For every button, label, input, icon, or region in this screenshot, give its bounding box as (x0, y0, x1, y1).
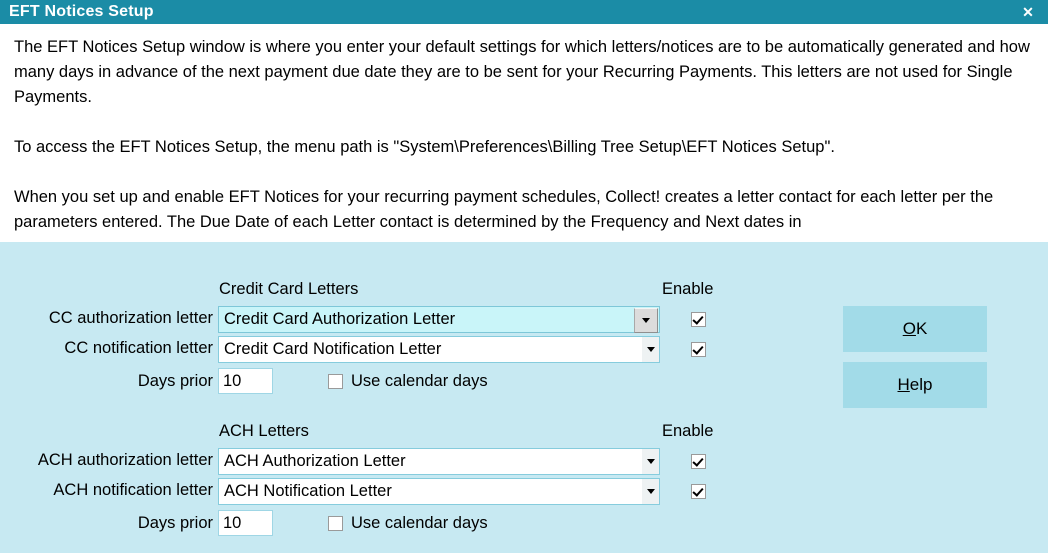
ok-button[interactable]: OK (843, 306, 987, 352)
ach-header-row: ACH Letters Enable (0, 422, 740, 448)
ach-authorization-enable-wrap (691, 453, 706, 471)
help-paragraph-1: The EFT Notices Setup window is where yo… (14, 38, 1030, 106)
cc-notification-letter-combobox[interactable]: Credit Card Notification Letter (218, 336, 660, 363)
ach-notification-value: ACH Notification Letter (224, 482, 392, 500)
ach-notification-letter-combobox[interactable]: ACH Notification Letter (218, 478, 660, 505)
cc-authorization-letter-combobox[interactable]: Credit Card Authorization Letter (218, 306, 660, 333)
cc-days-prior-input[interactable] (218, 368, 273, 394)
close-icon[interactable]: ✕ (1008, 0, 1048, 24)
ok-accel: O (902, 319, 916, 338)
ach-enable-header: Enable (662, 422, 714, 440)
cc-notification-label: CC notification letter (64, 339, 213, 357)
cc-notification-enable-checkbox[interactable] (691, 342, 706, 358)
ach-use-calendar-days-wrap: Use calendar days (328, 514, 488, 533)
window-title: EFT Notices Setup (9, 3, 154, 20)
credit-card-header-row: Credit Card Letters Enable (0, 280, 740, 306)
chevron-down-icon[interactable] (634, 308, 658, 333)
ach-notification-label: ACH notification letter (53, 481, 213, 499)
ach-authorization-value: ACH Authorization Letter (224, 452, 406, 470)
cc-authorization-enable-wrap (691, 311, 706, 329)
cc-authorization-enable-checkbox[interactable] (691, 312, 706, 328)
ok-rest: K (915, 319, 928, 338)
ach-notification-row: ACH notification letter ACH Notification… (0, 478, 740, 506)
chevron-down-icon[interactable] (642, 337, 659, 362)
ach-days-prior-row: Days prior Use calendar days (0, 510, 740, 540)
cc-authorization-value: Credit Card Authorization Letter (224, 310, 456, 328)
eft-notices-setup-window: EFT Notices Setup ✕ The EFT Notices Setu… (0, 0, 1048, 553)
cc-notification-enable-wrap (691, 341, 706, 359)
ach-use-calendar-days-label: Use calendar days (351, 514, 488, 532)
ach-authorization-label: ACH authorization letter (37, 451, 213, 469)
cc-authorization-row: CC authorization letter Credit Card Auth… (0, 306, 740, 334)
cc-use-calendar-days-label: Use calendar days (351, 372, 488, 390)
chevron-down-icon[interactable] (642, 449, 659, 474)
cc-days-prior-row: Days prior Use calendar days (0, 368, 740, 398)
cc-days-prior-label: Days prior (137, 372, 213, 390)
ach-authorization-enable-checkbox[interactable] (691, 454, 706, 470)
cc-authorization-label: CC authorization letter (48, 309, 213, 327)
help-paragraph-3: When you set up and enable EFT Notices f… (14, 188, 994, 231)
credit-card-section: Credit Card Letters Enable CC authorizat… (0, 280, 740, 398)
help-accel: H (897, 375, 910, 394)
credit-card-enable-header: Enable (662, 280, 714, 298)
ach-authorization-row: ACH authorization letter ACH Authorizati… (0, 448, 740, 476)
help-paragraph-2: To access the EFT Notices Setup, the men… (14, 138, 835, 156)
ach-section: ACH Letters Enable ACH authorization let… (0, 422, 740, 540)
cc-notification-value: Credit Card Notification Letter (224, 340, 442, 358)
help-rest: elp (909, 375, 933, 394)
cc-notification-row: CC notification letter Credit Card Notif… (0, 336, 740, 364)
help-text-region: The EFT Notices Setup window is where yo… (0, 24, 1048, 242)
titlebar: EFT Notices Setup ✕ (0, 0, 1048, 24)
help-button[interactable]: Help (843, 362, 987, 408)
ach-notification-enable-checkbox[interactable] (691, 484, 706, 500)
ach-days-prior-label: Days prior (137, 514, 213, 532)
cc-use-calendar-days-checkbox[interactable] (328, 374, 343, 389)
ach-authorization-letter-combobox[interactable]: ACH Authorization Letter (218, 448, 660, 475)
ach-days-prior-input[interactable] (218, 510, 273, 536)
action-buttons: OK Help (843, 306, 987, 418)
settings-panel: Credit Card Letters Enable CC authorizat… (0, 242, 1048, 553)
ach-use-calendar-days-checkbox[interactable] (328, 516, 343, 531)
ach-notification-enable-wrap (691, 483, 706, 501)
cc-use-calendar-days-wrap: Use calendar days (328, 372, 488, 391)
credit-card-letters-header: Credit Card Letters (219, 280, 359, 298)
chevron-down-icon[interactable] (642, 479, 659, 504)
form-area: Credit Card Letters Enable CC authorizat… (0, 242, 740, 553)
ach-letters-header: ACH Letters (219, 422, 309, 440)
